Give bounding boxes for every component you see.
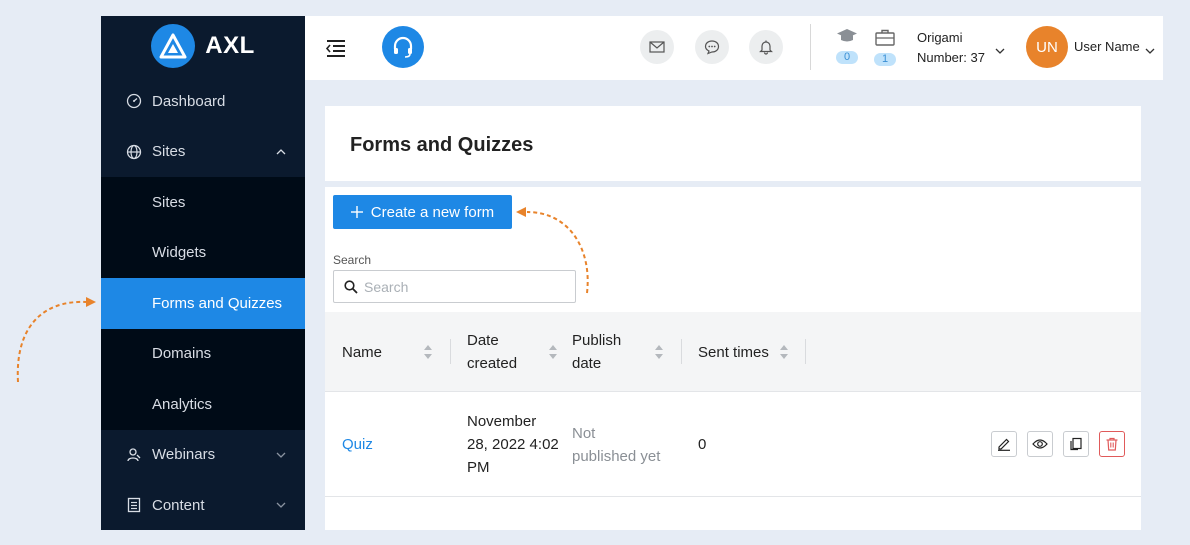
create-form-label: Create a new form [370, 203, 495, 221]
search-label: Search [333, 253, 372, 267]
dashboard-icon [125, 92, 143, 110]
webinar-icon [125, 446, 143, 464]
avatar[interactable]: UN [1026, 26, 1068, 68]
sidebar-subitem-analytics[interactable]: Analytics [101, 379, 305, 430]
menu-collapse-icon[interactable] [325, 38, 347, 58]
support-headset-button[interactable] [382, 26, 424, 68]
forms-panel: Create a new form Search Name Date creat… [325, 187, 1141, 530]
sidebar-subitem-domains[interactable]: Domains [101, 329, 305, 380]
mail-button[interactable] [640, 30, 674, 64]
column-divider [805, 339, 806, 364]
column-header-name[interactable]: Name [342, 312, 382, 392]
chat-button[interactable] [695, 30, 729, 64]
header-divider [810, 24, 811, 70]
date-created-cell: November 28, 2022 4:02 PM [467, 413, 559, 476]
search-input[interactable] [364, 278, 564, 295]
copy-icon [1070, 437, 1082, 451]
briefcase-icon [875, 29, 895, 46]
sort-icon[interactable] [654, 344, 664, 360]
sidebar-item-label: Dashboard [152, 92, 226, 110]
sidebar-subitem-forms-and-quizzes[interactable]: Forms and Quizzes [101, 278, 305, 329]
chevron-down-icon[interactable] [1145, 41, 1157, 54]
pencil-icon [998, 438, 1010, 451]
chevron-down-icon [275, 499, 287, 511]
sidebar-subitem-sites[interactable]: Sites [101, 177, 305, 228]
sidebar-item-label: Sites [152, 143, 186, 161]
sidebar-item-dashboard[interactable]: Dashboard [101, 76, 305, 127]
search-icon [344, 279, 358, 294]
search-field[interactable] [333, 270, 576, 303]
table-header: Name Date created Publish date Sent time… [325, 312, 1141, 392]
trash-icon [1106, 437, 1118, 451]
sidebar-item-content[interactable]: Content [101, 480, 305, 530]
document-icon [125, 496, 143, 514]
page-header: Forms and Quizzes [325, 106, 1141, 181]
sort-icon[interactable] [779, 344, 789, 360]
chat-icon [704, 40, 720, 55]
create-form-button[interactable]: Create a new form [333, 195, 512, 229]
eye-icon [1032, 439, 1048, 449]
top-header: 0 1 Origami Number: 37 UN User Name [305, 16, 1163, 80]
sort-icon[interactable] [548, 344, 558, 360]
column-divider [681, 339, 682, 364]
column-header-sent-times[interactable]: Sent times [698, 312, 769, 392]
chevron-down-icon[interactable] [995, 41, 1007, 54]
column-divider [450, 339, 451, 364]
brand-name: AXL [205, 32, 255, 59]
logo-icon [151, 24, 196, 68]
jobs-count-badge: 1 [874, 53, 896, 66]
edit-button[interactable] [991, 431, 1017, 457]
delete-button[interactable] [1099, 431, 1125, 457]
logo[interactable]: AXL [101, 16, 305, 76]
bell-icon [759, 40, 773, 55]
organization-name: Origami [917, 30, 963, 45]
notifications-button[interactable] [749, 30, 783, 64]
sidebar-item-label: Content [152, 496, 205, 514]
sidebar-item-webinars[interactable]: Webinars [101, 430, 305, 481]
table-row: Quiz November 28, 2022 4:02 PM Not publi… [325, 393, 1141, 497]
annotation-arrowhead-sidebar [86, 297, 96, 307]
page-title: Forms and Quizzes [350, 134, 534, 156]
organization-number: Number: 37 [917, 50, 985, 65]
sidebar: AXL Dashboard Sites Sites Widgets Forms … [101, 16, 305, 530]
sidebar-subitem-widgets[interactable]: Widgets [101, 228, 305, 279]
sent-times-cell: 0 [698, 436, 707, 453]
courses-stat[interactable]: 0 [835, 28, 859, 64]
duplicate-button[interactable] [1063, 431, 1089, 457]
user-name[interactable]: User Name [1074, 39, 1140, 54]
headset-icon [393, 36, 413, 58]
plus-icon [350, 206, 363, 218]
chevron-up-icon [275, 146, 287, 158]
sidebar-item-label: Webinars [152, 446, 216, 464]
sort-icon[interactable] [423, 344, 433, 360]
annotation-arrow-sidebar [16, 300, 87, 383]
graduation-cap-icon [837, 29, 857, 42]
column-header-date-created[interactable]: Date created [467, 312, 517, 392]
organization-selector[interactable]: Origami Number: 37 [917, 28, 985, 68]
sidebar-item-sites[interactable]: Sites [101, 127, 305, 178]
preview-button[interactable] [1027, 431, 1053, 457]
publish-date-cell: Not published yet [572, 425, 661, 465]
globe-icon [125, 143, 143, 161]
sites-submenu: Sites Widgets Forms and Quizzes Domains … [101, 177, 305, 430]
column-header-publish-date[interactable]: Publish date [572, 312, 621, 392]
mail-icon [649, 41, 665, 53]
courses-count-badge: 0 [836, 51, 858, 64]
jobs-stat[interactable]: 1 [873, 28, 897, 66]
form-name-link[interactable]: Quiz [342, 433, 373, 456]
chevron-down-icon [275, 449, 287, 461]
